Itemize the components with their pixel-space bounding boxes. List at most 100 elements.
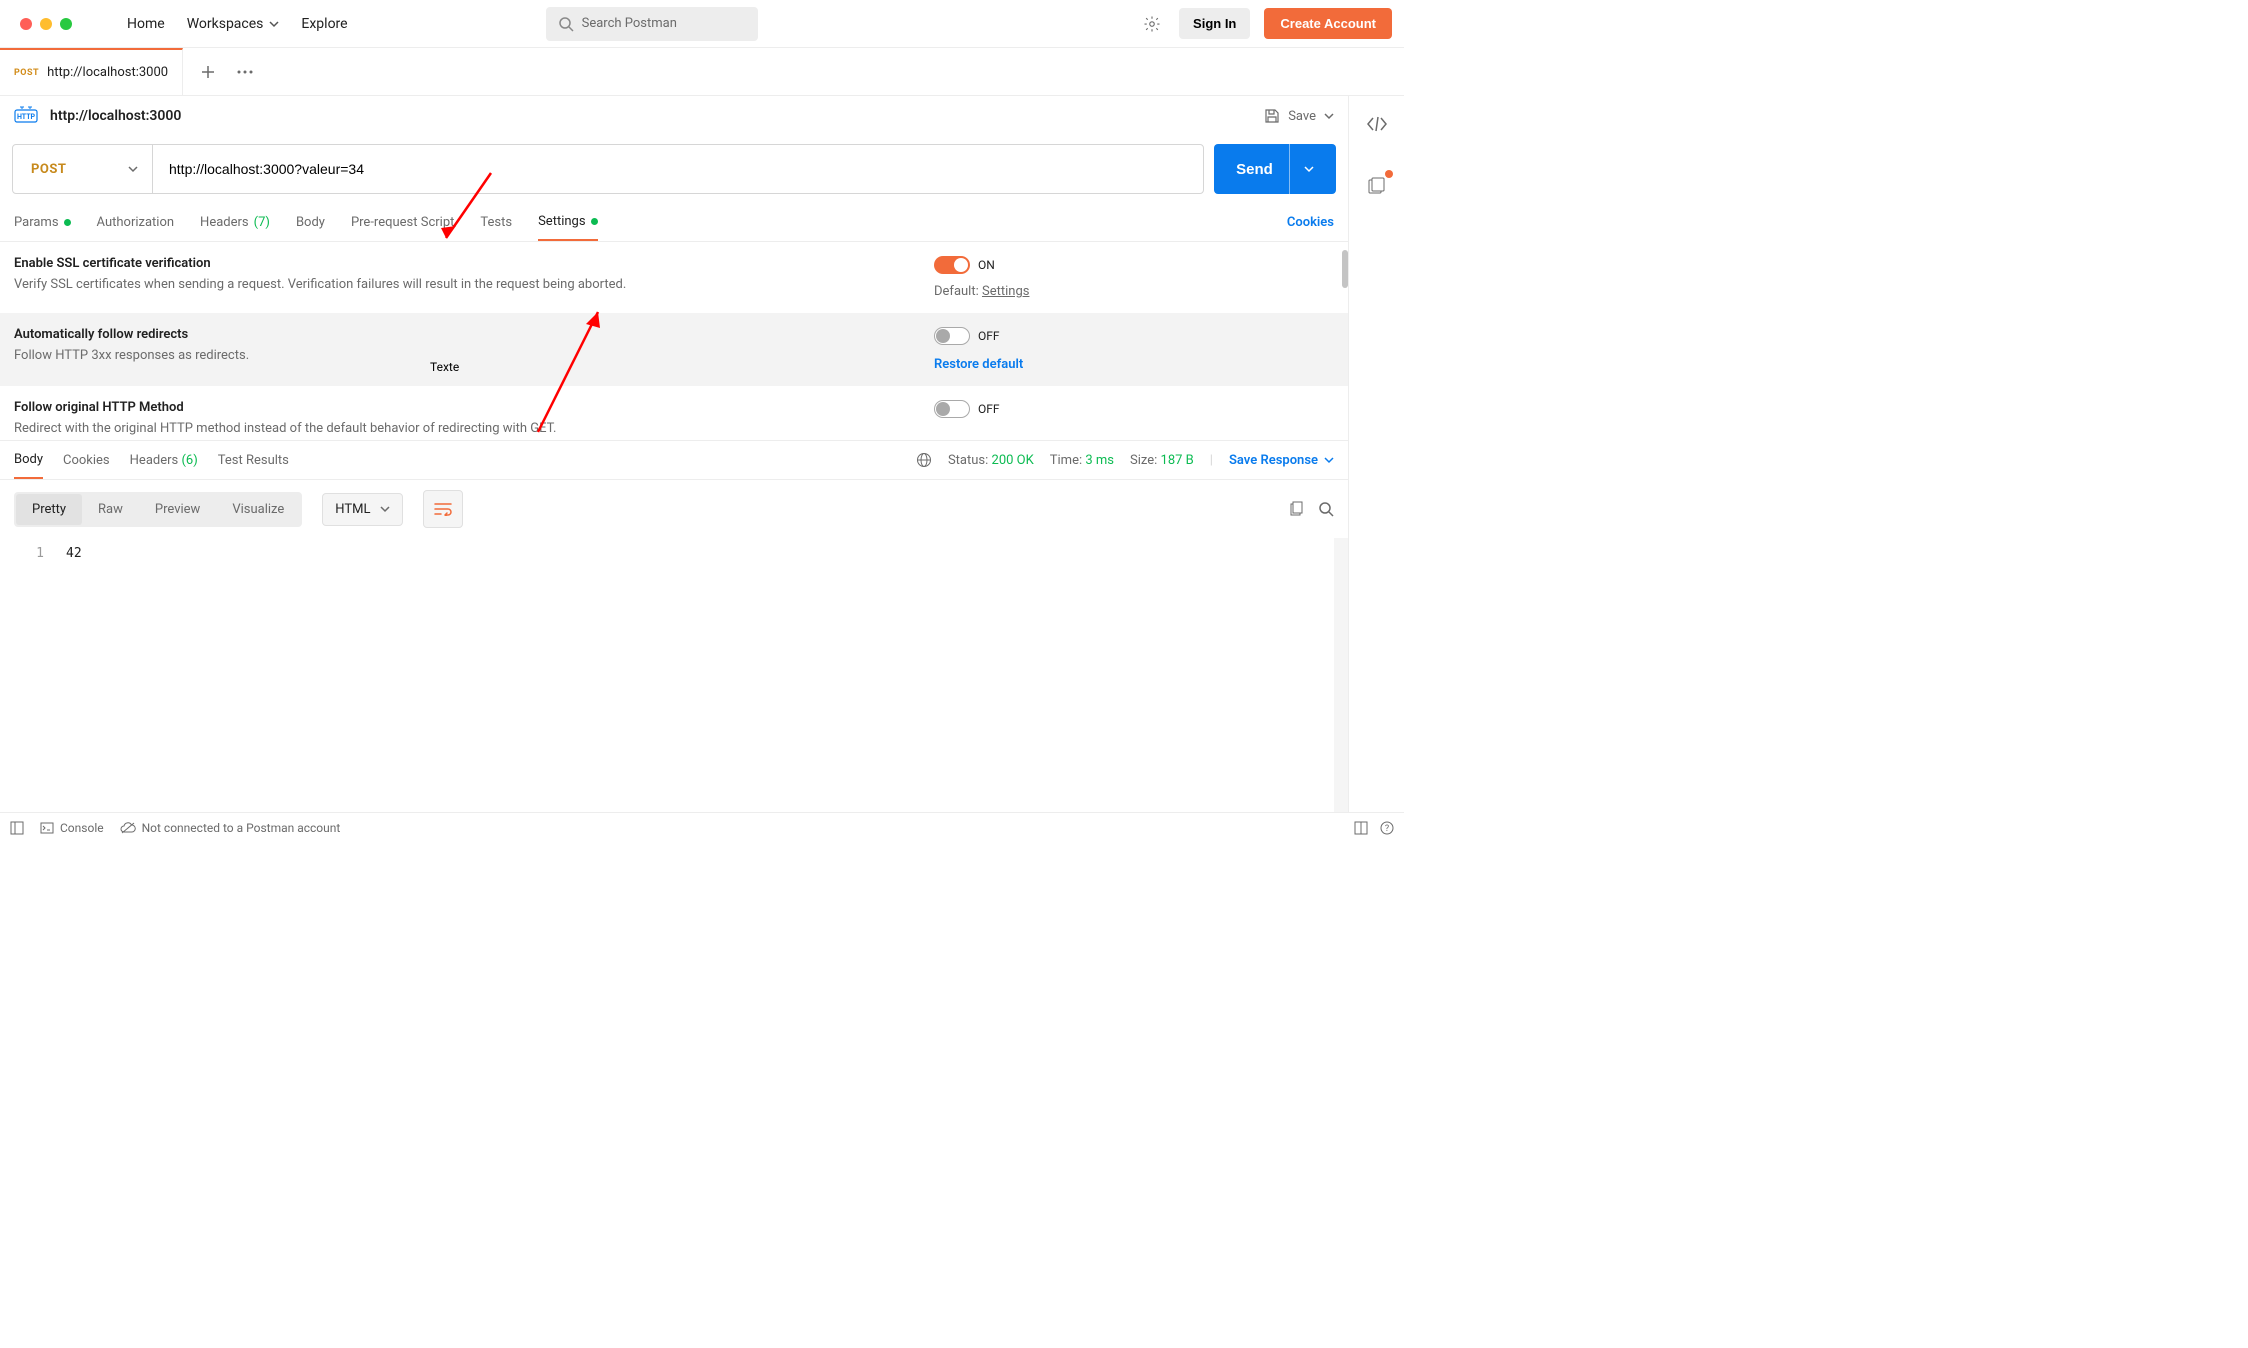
default-settings-link[interactable]: Settings	[982, 284, 1029, 299]
code-snippet-button[interactable]	[1361, 108, 1393, 140]
status-meta: Status: 200 OK	[948, 453, 1034, 468]
chevron-down-icon	[380, 504, 390, 514]
globe-icon[interactable]	[916, 452, 932, 468]
tab-authorization[interactable]: Authorization	[97, 215, 175, 240]
save-button[interactable]: Save	[1264, 108, 1334, 124]
response-header: Body Cookies Headers (6) Test Results St…	[0, 440, 1348, 480]
tab-settings[interactable]: Settings	[538, 214, 597, 241]
response-tab-headers-label: Headers	[130, 453, 179, 468]
response-tab-headers[interactable]: Headers (6)	[130, 441, 198, 479]
notification-dot-icon	[1385, 170, 1393, 178]
account-status[interactable]: Not connected to a Postman account	[120, 821, 341, 835]
chevron-down-icon	[1324, 455, 1334, 465]
setting-ssl-verification: Enable SSL certificate verification Veri…	[0, 242, 1348, 313]
tab-pre-request[interactable]: Pre-request Script	[351, 215, 454, 240]
view-preview[interactable]: Preview	[139, 494, 216, 525]
console-icon	[40, 822, 54, 834]
chevron-down-icon	[128, 164, 138, 174]
code-line: 1 42	[14, 544, 1334, 563]
view-visualize[interactable]: Visualize	[216, 494, 300, 525]
search-placeholder: Search Postman	[582, 16, 677, 31]
toggle-state-label: OFF	[978, 329, 1000, 343]
send-dropdown[interactable]	[1289, 144, 1314, 194]
setting-description: Verify SSL certificates when sending a r…	[14, 277, 894, 292]
url-input[interactable]	[153, 145, 1203, 193]
right-rail	[1348, 96, 1404, 812]
nav-home[interactable]: Home	[127, 16, 165, 32]
account-status-label: Not connected to a Postman account	[142, 821, 341, 835]
save-label: Save	[1288, 109, 1316, 124]
svg-text:?: ?	[1385, 824, 1389, 834]
tab-body[interactable]: Body	[296, 215, 325, 240]
nav-explore[interactable]: Explore	[301, 16, 347, 32]
code-icon	[1367, 116, 1387, 132]
response-scrollbar[interactable]	[1334, 538, 1348, 812]
minimize-window-icon[interactable]	[40, 18, 52, 30]
save-response-button[interactable]: Save Response	[1229, 453, 1334, 468]
tab-tests[interactable]: Tests	[480, 215, 512, 240]
setting-follow-original-method: Follow original HTTP Method Redirect wit…	[0, 386, 1348, 440]
toggle-redirects[interactable]	[934, 327, 970, 345]
view-raw[interactable]: Raw	[82, 494, 139, 525]
response-tab-tests[interactable]: Test Results	[218, 441, 289, 479]
wrap-icon	[434, 502, 452, 516]
toggle-state-label: OFF	[978, 402, 1000, 416]
format-select[interactable]: HTML	[322, 493, 403, 526]
tab-headers[interactable]: Headers (7)	[200, 215, 270, 240]
search-icon[interactable]	[1318, 501, 1334, 517]
setting-title: Automatically follow redirects	[14, 327, 894, 342]
cloud-off-icon	[120, 822, 136, 834]
http-icon: HTTP	[14, 106, 38, 126]
line-text: 42	[66, 546, 82, 561]
response-tab-cookies[interactable]: Cookies	[63, 441, 110, 479]
topbar: Home Workspaces Explore Search Postman S…	[0, 0, 1404, 48]
restore-default-link[interactable]: Restore default	[934, 357, 1334, 372]
response-toolbar: Pretty Raw Preview Visualize HTML	[0, 480, 1348, 538]
console-button[interactable]: Console	[40, 821, 104, 835]
tab-params[interactable]: Params	[14, 215, 71, 240]
format-label: HTML	[335, 502, 370, 517]
send-button[interactable]: Send	[1214, 144, 1336, 194]
wrap-lines-button[interactable]	[423, 490, 463, 528]
new-tab-icon[interactable]	[201, 65, 215, 79]
close-window-icon[interactable]	[20, 18, 32, 30]
gear-icon	[1143, 15, 1161, 33]
request-tab[interactable]: POST http://localhost:3000	[0, 48, 183, 96]
create-account-button[interactable]: Create Account	[1264, 8, 1392, 39]
setting-title: Follow original HTTP Method	[14, 400, 894, 415]
scrollbar-thumb[interactable]	[1342, 250, 1348, 288]
tab-headers-label: Headers	[200, 215, 249, 230]
toggle-ssl[interactable]	[934, 256, 970, 274]
collection-icon	[1368, 177, 1386, 195]
search-input[interactable]: Search Postman	[546, 7, 758, 41]
sign-in-button[interactable]: Sign In	[1179, 8, 1250, 39]
nav-workspaces[interactable]: Workspaces	[187, 16, 280, 32]
tab-title: http://localhost:3000	[47, 65, 168, 80]
cookies-link[interactable]: Cookies	[1287, 215, 1334, 240]
status-bar: Console Not connected to a Postman accou…	[0, 812, 1404, 842]
tab-method-badge: POST	[14, 68, 39, 78]
toggle-follow-method[interactable]	[934, 400, 970, 418]
annotation-text: Texte	[430, 360, 459, 374]
copy-icon[interactable]	[1288, 501, 1304, 517]
search-icon	[558, 16, 574, 32]
url-row: POST Send	[0, 136, 1348, 202]
view-pretty[interactable]: Pretty	[16, 494, 82, 525]
related-collections-button[interactable]	[1361, 170, 1393, 202]
maximize-window-icon[interactable]	[60, 18, 72, 30]
url-box: POST	[12, 144, 1204, 194]
settings-area: Enable SSL certificate verification Veri…	[0, 242, 1348, 440]
console-label: Console	[60, 821, 104, 835]
method-select[interactable]: POST	[13, 145, 153, 193]
response-headers-count: (6)	[181, 453, 197, 468]
two-pane-icon[interactable]	[1354, 821, 1368, 835]
help-icon[interactable]: ?	[1380, 821, 1394, 835]
save-icon	[1264, 108, 1280, 124]
response-tab-body[interactable]: Body	[14, 441, 43, 479]
sidebar-toggle-icon[interactable]	[10, 821, 24, 835]
settings-gear-button[interactable]	[1139, 11, 1165, 37]
size-meta: Size: 187 B	[1130, 453, 1194, 468]
line-number: 1	[32, 546, 44, 561]
chevron-down-icon	[269, 19, 279, 29]
more-tabs-icon[interactable]	[237, 70, 253, 74]
